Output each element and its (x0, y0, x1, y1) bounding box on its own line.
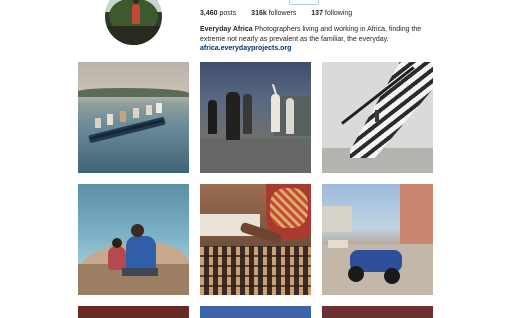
profile-avatar[interactable] (105, 0, 162, 45)
follow-button[interactable] (289, 0, 319, 5)
post-tile-motorbikes-street-photo[interactable] (322, 184, 433, 295)
bio-link[interactable]: africa.everydayprojects.org (200, 45, 291, 52)
posts-stat: 3,460 posts (200, 10, 236, 17)
post-tile-canoe-on-lake-photo[interactable] (78, 62, 189, 173)
following-stat[interactable]: 137 following (311, 10, 352, 17)
post-tile-partial-photo-red[interactable] (78, 306, 189, 318)
following-label: following (324, 10, 353, 17)
followers-stat[interactable]: 316k followers (251, 10, 296, 17)
profile-bio: Everyday Africa Photographers living and… (200, 25, 438, 54)
posts-label: posts (219, 10, 237, 17)
post-tile-night-street-people-photo[interactable] (200, 62, 311, 173)
post-tile-hands-with-fabric-photo[interactable] (200, 184, 311, 295)
followers-label: followers (268, 10, 297, 17)
post-tile-boys-by-water-photo[interactable] (78, 184, 189, 295)
profile-stats: 3,460 posts 316k followers 137 following (200, 10, 365, 17)
following-count: 137 (311, 10, 323, 17)
profile-header: 3,460 posts 316k followers 137 following… (0, 0, 510, 60)
post-tile-staircase-photo[interactable] (322, 62, 433, 173)
post-tile-partial-photo-blue[interactable] (200, 306, 311, 318)
post-tile-partial-photo-maroon[interactable] (322, 306, 433, 318)
bio-name: Everyday Africa (200, 26, 253, 33)
followers-count: 316k (251, 10, 267, 17)
posts-count: 3,460 (200, 10, 218, 17)
